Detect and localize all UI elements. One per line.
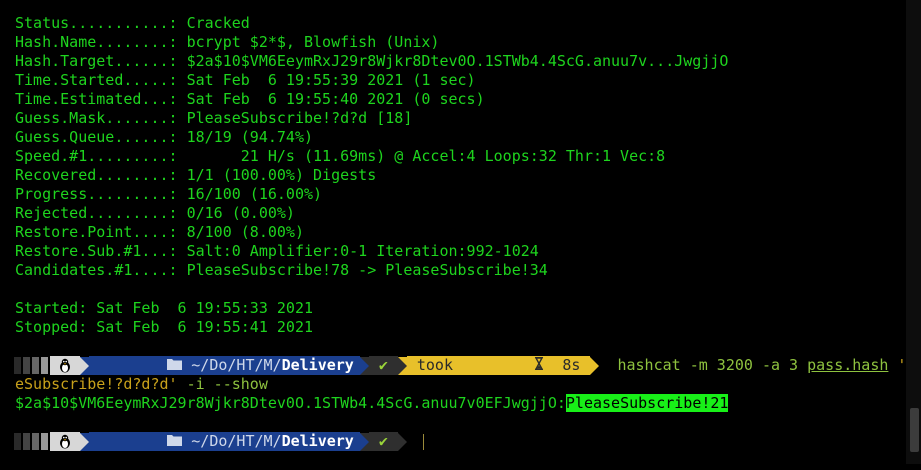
result-line: $2a$10$VM6EeymRxJ29r8Wjkr8Dtev0O.1STWb4.… [15,394,906,413]
took-label: took [416,356,453,374]
hash-name-line: Hash.Name........: bcrypt $2*$, Blowfish… [15,33,440,51]
hash-target-line: Hash.Target......: $2a$10$VM6EeymRxJ29r8… [15,52,729,70]
duration-segment: took 8s [406,356,591,375]
progress-line: Progress.........: 16/100 (16.00%) [15,185,323,203]
scrollbar-thumb[interactable] [910,408,919,452]
prompt-gradient-blocks [14,357,50,374]
linux-penguin-icon [50,432,80,451]
success-check-icon: ✔ [368,432,398,451]
rejected-line: Rejected.........: 0/16 (0.00%) [15,204,295,222]
command-flags: -i --show [177,375,268,393]
command-text: hashcat -m 3200 -a 3 [617,356,808,374]
restore-point-line: Restore.Point....: 8/100 (8.00%) [15,223,304,241]
folder-icon [95,413,183,470]
took-time: 8s [562,356,581,374]
command-file[interactable]: pass.hash [807,356,888,375]
candidates-line: Candidates.#1....: PleaseSubscribe!78 ->… [15,261,548,279]
directory-path: ~/Do/HT/M/ [191,432,282,450]
time-started-line: Time.Started.....: Sat Feb 6 19:55:39 20… [15,71,476,89]
shell-prompt: ~/Do/HT/M/Delivery ✔ took 8s hashcat -m … [14,356,921,375]
terminal[interactable]: Status...........: Cracked Hash.Name....… [0,0,921,464]
text-cursor[interactable] [422,433,424,450]
shell-prompt-current[interactable]: ~/Do/HT/M/Delivery ✔ [14,432,906,451]
status-line: Status...........: Cracked [15,14,250,32]
directory-path: ~/Do/HT/M/ [191,356,282,374]
success-check-icon: ✔ [368,356,398,375]
started-line: Started: Sat Feb 6 19:55:33 2021 [15,299,314,317]
prompt-directory: ~/Do/HT/M/Delivery [89,356,360,375]
command-continuation: eSubscribe!?d?d?d' -i --show [15,375,906,394]
stopped-line: Stopped: Sat Feb 6 19:55:41 2021 [15,318,314,336]
restore-sub-line: Restore.Sub.#1...: Salt:0 Amplifier:0-1 … [15,242,539,260]
guess-queue-line: Guess.Queue......: 18/19 (94.74%) [15,128,314,146]
linux-penguin-icon [50,356,80,375]
prompt-directory: ~/Do/HT/M/Delivery [89,432,360,451]
prompt-gradient-blocks [14,433,50,450]
time-estimated-line: Time.Estimated...: Sat Feb 6 19:55:40 20… [15,90,485,108]
speed-line: Speed.#1.........: 21 H/s (11.69ms) @ Ac… [15,147,666,165]
command-mask-end: eSubscribe!?d?d?d' [15,375,178,393]
hourglass-icon [462,337,544,394]
guess-mask-line: Guess.Mask.......: PleaseSubscribe!?d?d … [15,109,413,127]
result-hash: $2a$10$VM6EeymRxJ29r8Wjkr8Dtev0O.1STWb4.… [15,394,566,412]
current-directory: Delivery [281,356,354,374]
vertical-scrollbar[interactable] [906,0,921,464]
current-directory: Delivery [281,432,354,450]
recovered-line: Recovered........: 1/1 (100.00%) Digests [15,166,377,184]
cracked-password: PleaseSubscribe!21 [565,394,729,412]
